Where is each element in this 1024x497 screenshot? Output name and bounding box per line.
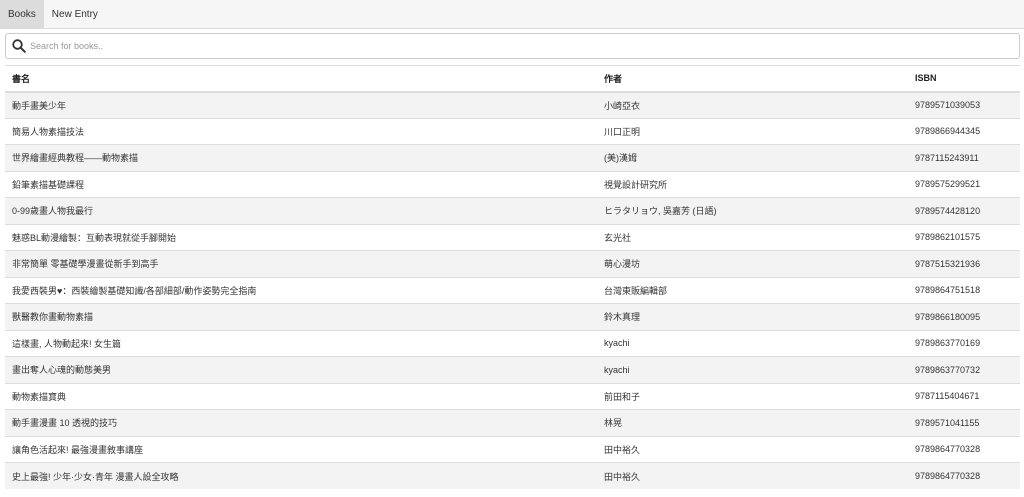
table-row[interactable]: 非常簡單 零基礎學漫畫從新手到高手 萌心漫坊 9787515321936 [5,250,1020,277]
cell-author: kyachi [597,329,908,357]
search-icon [12,39,26,53]
cell-isbn: 9789571039053 [908,91,1020,118]
cell-title: 動物素描寶典 [5,382,597,410]
cell-isbn: 9789863770732 [908,356,1020,383]
cell-title: 世界繪畫經典教程——動物素描 [5,144,597,171]
cell-author: 川口正明 [597,117,908,145]
table-row[interactable]: 我愛西裝男♥：西裝繪製基礎知識/各部細部/動作姿勢完全指南 台灣東販編輯部 9789… [5,276,1020,304]
table-row[interactable]: 這樣畫, 人物動起來! 女生篇 kyachi 9789863770169 [5,329,1020,357]
cell-title: 簡易人物素描技法 [5,117,597,145]
table-row[interactable]: 動物素描寶典 前田和子 9787115404671 [5,382,1020,410]
cell-isbn: 9789862101575 [908,223,1020,251]
table-row[interactable]: 魅惑BL動漫繪製：互動表現就從手腳開始 玄光社 9789862101575 [5,223,1020,251]
cell-isbn: 9789866944345 [908,117,1020,145]
cell-title: 動手畫美少年 [5,91,597,118]
cell-title: 畫出奪人心魂的動態美男 [5,356,597,383]
cell-title: 動手畫漫畫 10 透視的技巧 [5,409,597,436]
cell-title: 史上最強! 少年·少女·青年 漫畫人設全攻略 [5,462,597,489]
cell-title: 我愛西裝男♥：西裝繪製基礎知識/各部細部/動作姿勢完全指南 [5,276,597,304]
cell-author: 台灣東販編輯部 [597,276,908,304]
table-row[interactable]: 動手畫美少年 小崎亞衣 9789571039053 [5,91,1020,118]
cell-title: 鉛筆素描基礎課程 [5,170,597,198]
cell-author: (美)漢姆 [597,144,908,171]
books-table: 書名 作者 ISBN 動手畫美少年 小崎亞衣 9789571039053 簡易人物素描… [5,65,1020,489]
cell-isbn: 9789863770169 [908,329,1020,357]
cell-author: kyachi [597,356,908,383]
tab-new-entry[interactable]: New Entry [44,0,106,28]
table-row[interactable]: 史上最強! 少年·少女·青年 漫畫人設全攻略 田中裕久 9789864770328 [5,462,1020,489]
cell-author: 田中裕久 [597,435,908,463]
table-row[interactable]: 簡易人物素描技法 川口正明 9789866944345 [5,117,1020,145]
column-header-title[interactable]: 書名 [5,65,597,93]
cell-isbn: 9787115243911 [908,144,1020,171]
cell-isbn: 9789864770328 [908,462,1020,489]
cell-author: 萌心漫坊 [597,250,908,277]
table-row[interactable]: 鉛筆素描基礎課程 視覺設計研究所 9789575299521 [5,170,1020,198]
cell-author: 林晃 [597,409,908,436]
cell-title: 讓角色活起來! 最強漫畫敘事講座 [5,435,597,463]
cell-author: ヒラタリョウ, 吳嘉芳 (日語) [597,197,908,224]
tab-books[interactable]: Books [0,0,44,28]
cell-isbn: 9789866180095 [908,303,1020,330]
table-row[interactable]: 世界繪畫經典教程——動物素描 (美)漢姆 9787115243911 [5,144,1020,171]
column-header-isbn[interactable]: ISBN [908,65,1020,93]
table-row[interactable]: 畫出奪人心魂的動態美男 kyachi 9789863770732 [5,356,1020,383]
cell-title: 魅惑BL動漫繪製：互動表現就從手腳開始 [5,223,597,251]
cell-author: 玄光社 [597,223,908,251]
cell-isbn: 9789864751518 [908,276,1020,304]
cell-author: 前田和子 [597,382,908,410]
cell-title: 非常簡單 零基礎學漫畫從新手到高手 [5,250,597,277]
top-navbar: Books New Entry [0,0,1024,29]
cell-author: 小崎亞衣 [597,91,908,118]
column-header-author[interactable]: 作者 [597,65,908,93]
cell-title: 0-99歲畫人物我最行 [5,197,597,224]
cell-isbn: 9789575299521 [908,170,1020,198]
table-row[interactable]: 動手畫漫畫 10 透視的技巧 林晃 9789571041155 [5,409,1020,436]
cell-isbn: 9787115404671 [908,382,1020,410]
search-area [0,29,1024,59]
cell-isbn: 9787515321936 [908,250,1020,277]
cell-title: 獸醫教你畫動物素描 [5,303,597,330]
cell-title: 這樣畫, 人物動起來! 女生篇 [5,329,597,357]
cell-author: 視覺設計研究所 [597,170,908,198]
search-box[interactable] [5,33,1020,59]
cell-isbn: 9789571041155 [908,409,1020,436]
cell-author: 田中裕久 [597,462,908,489]
search-input[interactable] [30,41,930,51]
cell-isbn: 9789864770328 [908,435,1020,463]
table-row[interactable]: 獸醫教你畫動物素描 鈴木真理 9789866180095 [5,303,1020,330]
cell-author: 鈴木真理 [597,303,908,330]
table-header-row: 書名 作者 ISBN [5,65,1020,93]
table-row[interactable]: 讓角色活起來! 最強漫畫敘事講座 田中裕久 9789864770328 [5,435,1020,463]
table-row[interactable]: 0-99歲畫人物我最行 ヒラタリョウ, 吳嘉芳 (日語) 9789574428120 [5,197,1020,224]
cell-isbn: 9789574428120 [908,197,1020,224]
